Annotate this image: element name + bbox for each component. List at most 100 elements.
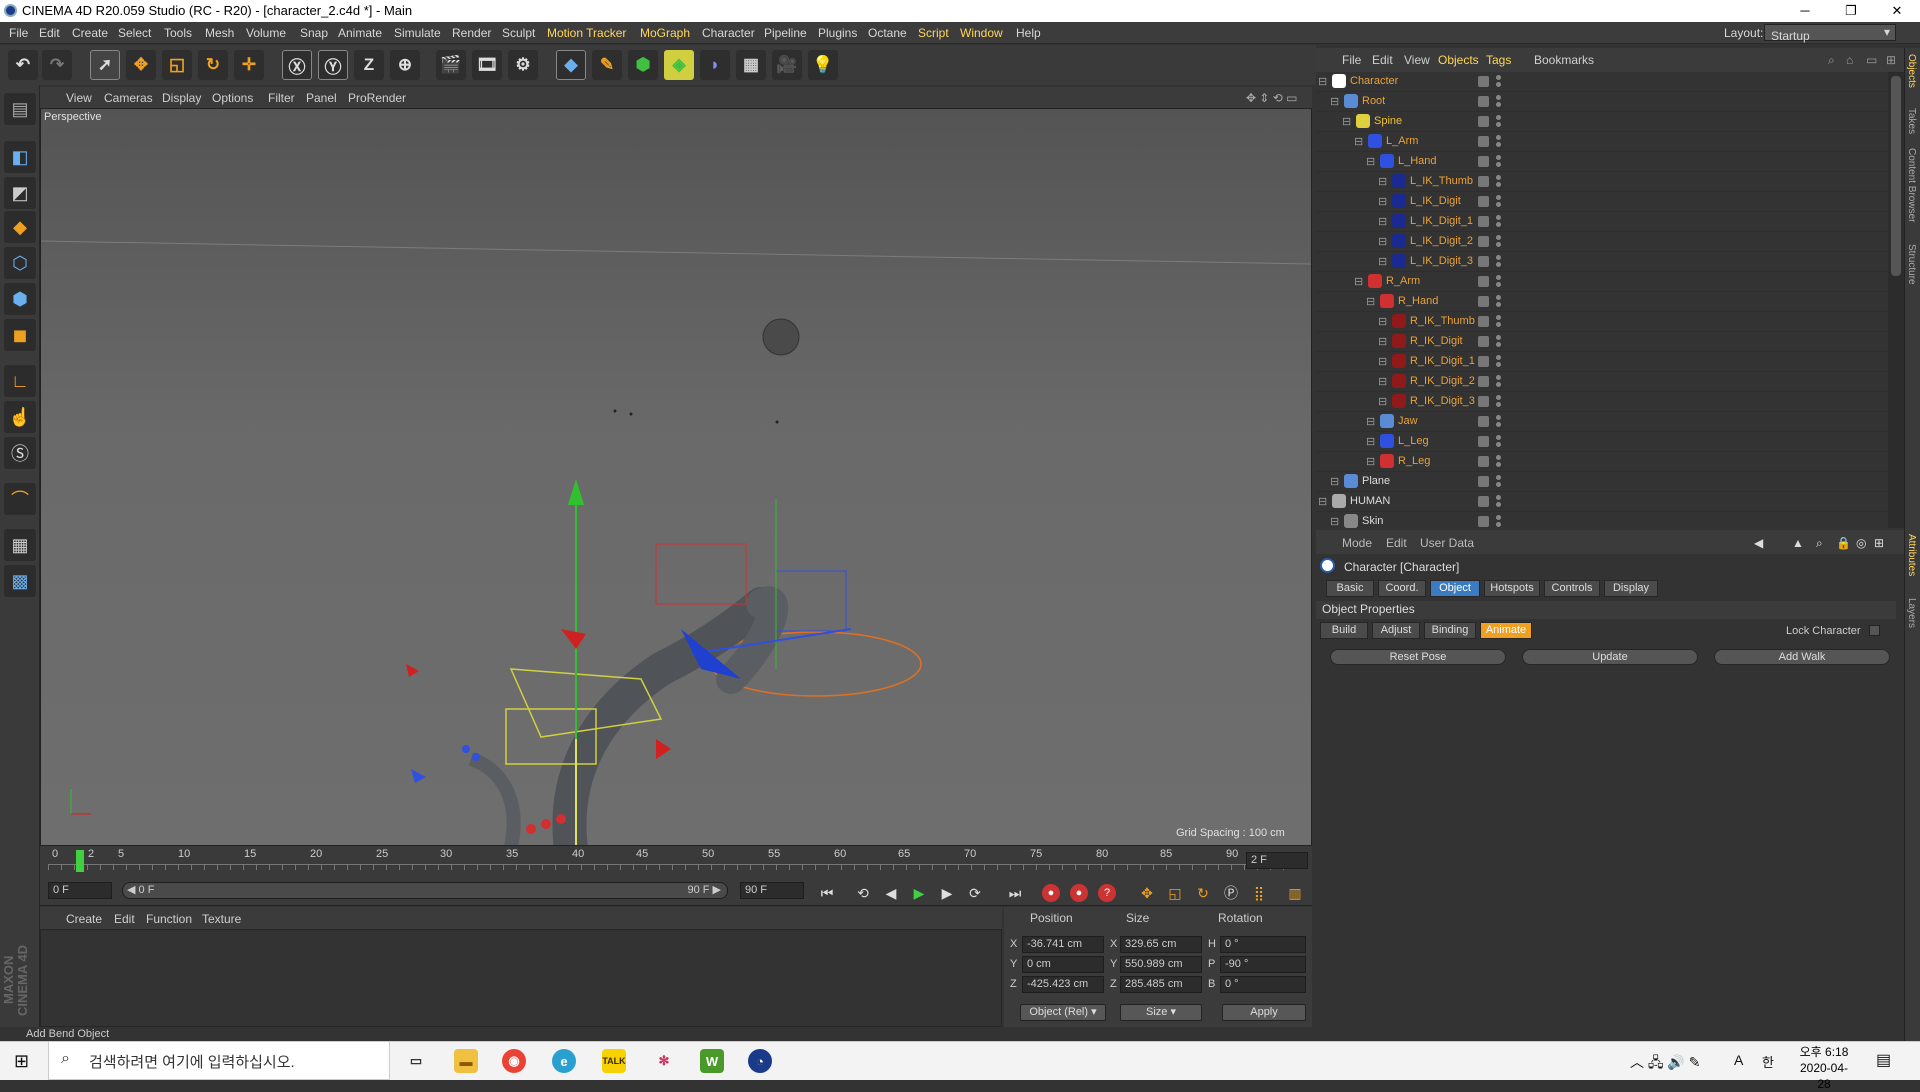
next-frame-icon[interactable]: ▶ — [936, 882, 958, 904]
go-to-next-key-icon[interactable]: ⟳ — [964, 882, 986, 904]
object-tree-row[interactable]: ⊟ R_IK_Digit_3 — [1316, 392, 1888, 412]
menu-help[interactable]: Help — [1016, 26, 1041, 40]
kakaotalk-icon[interactable]: TALK — [602, 1049, 626, 1073]
expand-toggle-icon[interactable]: ⊟ — [1366, 455, 1375, 468]
objects-menu-tags[interactable]: Tags — [1486, 53, 1511, 67]
move-icon[interactable]: ✥ — [126, 50, 156, 80]
render-visibility-icon[interactable] — [1496, 442, 1501, 447]
reset-pose-button[interactable]: Reset Pose — [1330, 649, 1506, 665]
record-keys-icon[interactable]: ● — [1042, 884, 1060, 902]
position-x-field[interactable]: -36.741 cm — [1022, 936, 1104, 953]
layer-flag-icon[interactable] — [1478, 156, 1489, 167]
minimize-button[interactable]: ─ — [1782, 0, 1828, 22]
menu-create[interactable]: Create — [72, 26, 108, 40]
pen-spline-icon[interactable]: ✎ — [592, 50, 622, 80]
3d-viewport[interactable] — [40, 108, 1312, 846]
record-point-level-icon[interactable]: ⣿ — [1248, 882, 1270, 904]
home-icon[interactable]: ⌂ — [1846, 53, 1853, 67]
record-parameter-icon[interactable]: Ⓟ — [1220, 882, 1242, 904]
render-visibility-icon[interactable] — [1496, 342, 1501, 347]
menu-snap[interactable]: Snap — [300, 26, 328, 40]
taskbar-search-box[interactable]: ⌕ 검색하려면 여기에 입력하십시오. — [48, 1041, 390, 1080]
menu-octane[interactable]: Octane — [868, 26, 907, 40]
z-axis-lock-icon[interactable]: Z — [354, 50, 384, 80]
layer-flag-icon[interactable] — [1478, 196, 1489, 207]
rotation-b-field[interactable]: 0 ° — [1220, 976, 1306, 993]
points-mode-icon[interactable]: ⬡ — [4, 247, 36, 279]
material-menu-function[interactable]: Function — [146, 912, 192, 926]
model-mode-icon[interactable]: ◧ — [4, 141, 36, 173]
editor-visibility-icon[interactable] — [1496, 435, 1501, 440]
render-visibility-icon[interactable] — [1496, 162, 1501, 167]
menu-pipeline[interactable]: Pipeline — [764, 26, 807, 40]
objects-menu-edit[interactable]: Edit — [1372, 53, 1393, 67]
objects-menu-bookmarks[interactable]: Bookmarks — [1534, 53, 1594, 67]
render-visibility-icon[interactable] — [1496, 262, 1501, 267]
cloner-icon[interactable]: ◈ — [664, 50, 694, 80]
w-app-icon[interactable]: W — [700, 1049, 724, 1073]
menu-animate[interactable]: Animate — [338, 26, 382, 40]
go-to-end-icon[interactable]: ⏭ — [1004, 882, 1026, 904]
render-view-icon[interactable]: 🎬 — [436, 50, 466, 80]
objects-menu-view[interactable]: View — [1404, 53, 1430, 67]
apply-button[interactable]: Apply — [1222, 1004, 1306, 1021]
layer-flag-icon[interactable] — [1478, 76, 1489, 87]
editor-visibility-icon[interactable] — [1496, 415, 1501, 420]
size-z-field[interactable]: 285.485 cm — [1120, 976, 1202, 993]
layer-flag-icon[interactable] — [1478, 476, 1489, 487]
render-visibility-icon[interactable] — [1496, 142, 1501, 147]
expand-toggle-icon[interactable]: ⊟ — [1354, 275, 1363, 288]
objects-menu-file[interactable]: File — [1342, 53, 1361, 67]
record-rotation-icon[interactable]: ↻ — [1192, 882, 1214, 904]
object-tree-row[interactable]: ⊟ Spine — [1316, 112, 1888, 132]
menu-render[interactable]: Render — [452, 26, 491, 40]
material-menu-texture[interactable]: Texture — [202, 912, 241, 926]
editor-visibility-icon[interactable] — [1496, 495, 1501, 500]
layer-flag-icon[interactable] — [1478, 296, 1489, 307]
layer-flag-icon[interactable] — [1478, 256, 1489, 267]
object-tree-scrollbar[interactable] — [1888, 72, 1904, 528]
attr-menu-user-data[interactable]: User Data — [1420, 536, 1474, 550]
taskbar-clock[interactable]: 오후 6:18 2020-04-28 — [1794, 1044, 1854, 1092]
rotation-h-field[interactable]: 0 ° — [1220, 936, 1306, 953]
subdivision-surface-icon[interactable]: ⬢ — [628, 50, 658, 80]
menu-file[interactable]: File — [9, 26, 28, 40]
menu-script[interactable]: Script — [918, 26, 949, 40]
object-tree-row[interactable]: ⊟ L_IK_Digit — [1316, 192, 1888, 212]
enable-axis-icon[interactable]: ∟ — [4, 365, 36, 397]
render-visibility-icon[interactable] — [1496, 122, 1501, 127]
object-tree-row[interactable]: ⊟ L_IK_Digit_2 — [1316, 232, 1888, 252]
render-visibility-icon[interactable] — [1496, 362, 1501, 367]
redo-icon[interactable]: ↷ — [42, 50, 72, 80]
update-button[interactable]: Update — [1522, 649, 1698, 665]
editor-visibility-icon[interactable] — [1496, 235, 1501, 240]
expand-toggle-icon[interactable]: ⊟ — [1342, 115, 1351, 128]
y-axis-lock-icon[interactable]: Ⓨ — [318, 50, 348, 80]
record-scale-icon[interactable]: ◱ — [1164, 882, 1186, 904]
camera-icon[interactable]: 🎥 — [772, 50, 802, 80]
expand-toggle-icon[interactable]: ⊟ — [1366, 435, 1375, 448]
lock-workplane-icon[interactable]: ▦ — [4, 529, 36, 561]
material-menu-edit[interactable]: Edit — [114, 912, 135, 926]
live-selection-icon[interactable]: ➚ — [90, 50, 120, 80]
layer-flag-icon[interactable] — [1478, 176, 1489, 187]
expand-toggle-icon[interactable]: ⊟ — [1330, 475, 1339, 488]
editor-visibility-icon[interactable] — [1496, 295, 1501, 300]
up-arrow-icon[interactable]: ▲ — [1792, 536, 1804, 550]
object-tree-row[interactable]: ⊟ R_Leg — [1316, 452, 1888, 472]
attr-menu-mode[interactable]: Mode — [1342, 536, 1372, 550]
render-picture-viewer-icon[interactable]: 🎞 — [472, 50, 502, 80]
expand-icon[interactable]: ⊞ — [1886, 53, 1896, 67]
autokeying-icon[interactable]: ● — [1070, 884, 1088, 902]
editor-visibility-icon[interactable] — [1496, 395, 1501, 400]
cinema4d-taskbar-icon[interactable]: ◔ — [748, 1049, 772, 1073]
layer-flag-icon[interactable] — [1478, 416, 1489, 427]
floor-icon[interactable]: ▦ — [736, 50, 766, 80]
tab-object[interactable]: Object — [1430, 580, 1480, 597]
language-indicator[interactable]: 한 — [1762, 1052, 1774, 1071]
expand-toggle-icon[interactable]: ⊟ — [1366, 415, 1375, 428]
layer-flag-icon[interactable] — [1478, 496, 1489, 507]
editor-visibility-icon[interactable] — [1496, 195, 1501, 200]
expand-toggle-icon[interactable]: ⊟ — [1378, 355, 1387, 368]
object-tree-row[interactable]: ⊟ Jaw — [1316, 412, 1888, 432]
